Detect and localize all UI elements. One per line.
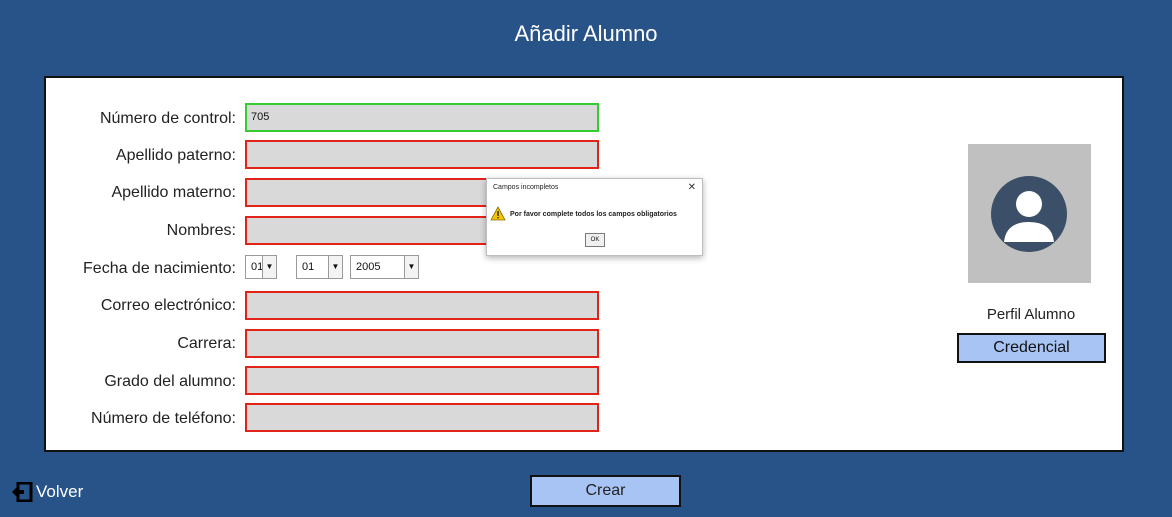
chevron-down-icon[interactable]: ▼	[404, 256, 418, 278]
chevron-down-icon[interactable]: ▼	[328, 256, 342, 278]
fecha-nacimiento-label: Fecha de nacimiento:	[83, 260, 236, 277]
close-icon[interactable]: ✕	[688, 182, 696, 193]
anio-select[interactable]: 2005 ▼	[350, 255, 419, 279]
anio-value: 2005	[356, 261, 381, 273]
nombres-label: Nombres:	[166, 222, 236, 239]
telefono-label: Número de teléfono:	[91, 410, 236, 427]
incomplete-fields-dialog: Campos incompletos ✕ Por favor complete …	[486, 178, 703, 256]
grado-field[interactable]	[245, 366, 599, 395]
warning-icon	[490, 206, 506, 221]
credencial-button[interactable]: Credencial	[957, 333, 1106, 363]
apellido-materno-label: Apellido materno:	[111, 184, 236, 201]
dialog-title: Campos incompletos	[493, 184, 559, 191]
carrera-label: Carrera:	[177, 335, 236, 352]
apellido-paterno-field[interactable]	[245, 140, 599, 169]
user-avatar-icon	[991, 176, 1067, 252]
control-number-field[interactable]: 705	[245, 103, 599, 132]
volver-button[interactable]: Volver	[11, 482, 83, 502]
telefono-field[interactable]	[245, 403, 599, 432]
ok-button[interactable]: OK	[585, 233, 605, 247]
correo-label: Correo electrónico:	[100, 297, 236, 314]
carrera-field[interactable]	[245, 329, 599, 358]
crear-button[interactable]: Crear	[530, 475, 681, 507]
volver-label: Volver	[36, 482, 84, 501]
apellido-paterno-label: Apellido paterno:	[115, 147, 236, 164]
mes-value: 01	[302, 261, 315, 273]
profile-photo	[968, 144, 1091, 283]
window-title: Añadir Alumno	[514, 21, 658, 46]
exit-icon	[12, 482, 33, 502]
profile-caption: Perfil Alumno	[986, 306, 1076, 323]
grado-label: Grado del alumno:	[104, 373, 236, 390]
correo-field[interactable]	[245, 291, 599, 320]
dia-select[interactable]: 01 ▼	[245, 255, 277, 279]
chevron-down-icon[interactable]: ▼	[262, 256, 276, 278]
control-number-label: Número de control:	[99, 110, 236, 127]
dialog-message: Por favor complete todos los campos obli…	[510, 211, 677, 218]
mes-select[interactable]: 01 ▼	[296, 255, 343, 279]
form-panel: Número de control: 705 Apellido paterno:…	[44, 76, 1124, 452]
